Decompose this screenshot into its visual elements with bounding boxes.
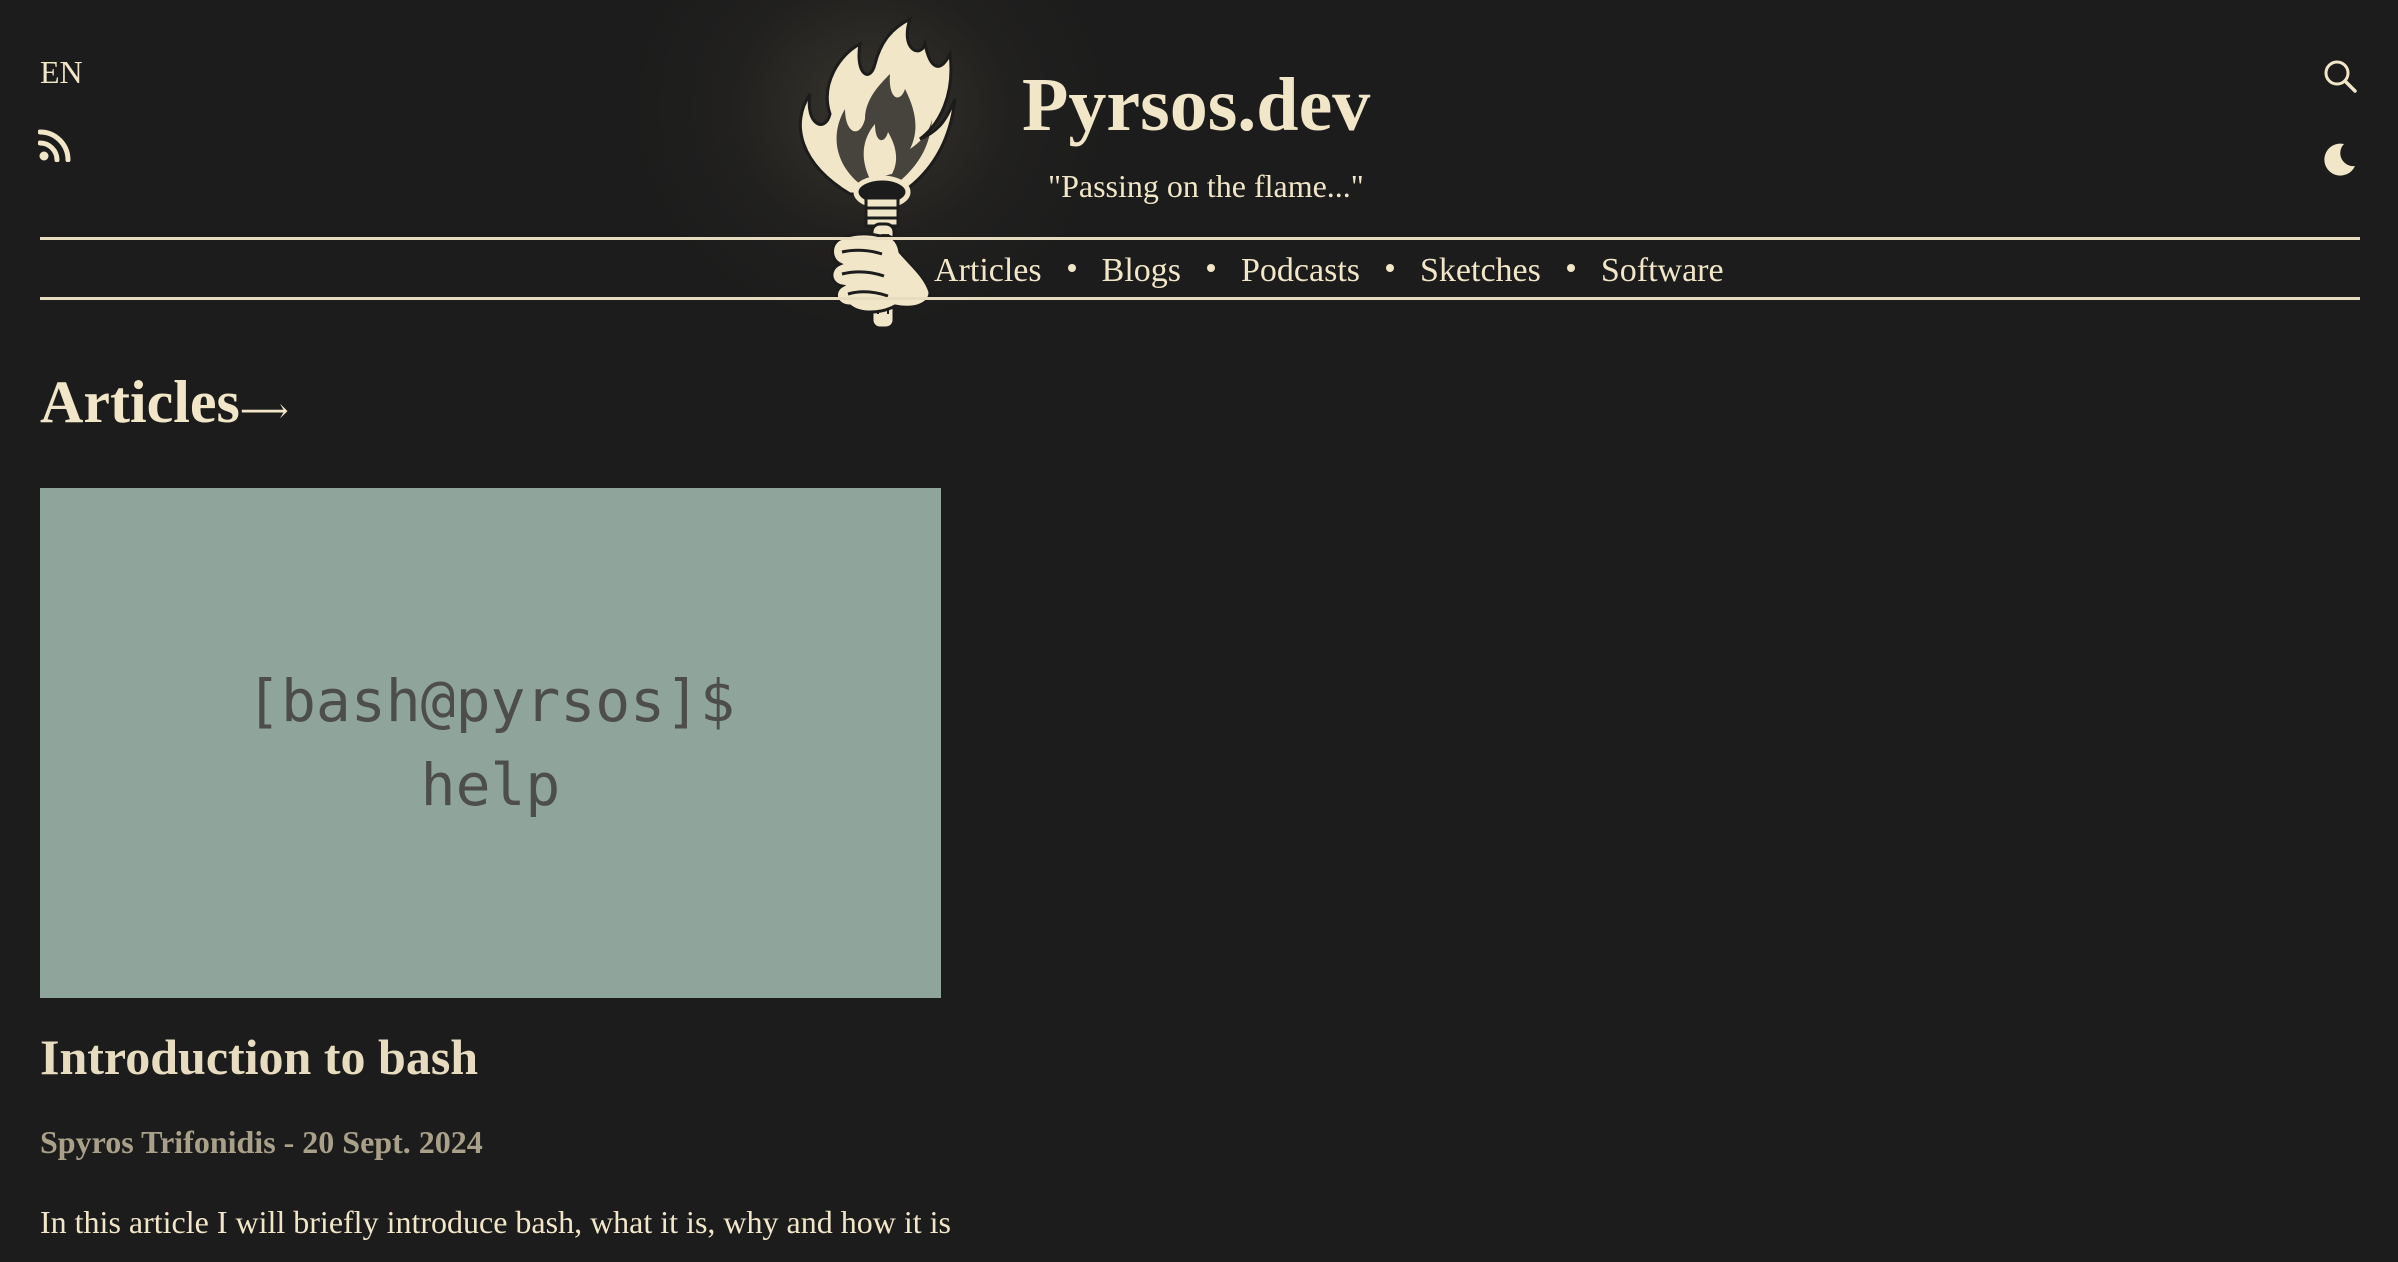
search-icon[interactable] [2322,58,2358,94]
site-tagline: "Passing on the flame..." [1048,168,1364,204]
nav-separator-dot [1566,264,1575,272]
main-nav: Articles Blogs Podcasts Sketches Softwar… [934,248,1724,294]
thumbnail-text: [bash@pyrsos]$ help [211,659,771,827]
articles-section-link[interactable]: Articles⟶ [40,368,289,437]
nav-item-podcasts[interactable]: Podcasts [1241,252,1360,290]
nav-top-divider [40,237,2360,240]
article-excerpt: In this article I will briefly introduce… [40,1204,951,1240]
arrow-right-icon: ⟶ [239,393,289,430]
nav-bottom-divider [40,297,2360,300]
moon-icon[interactable] [2318,140,2358,180]
article-thumbnail[interactable]: [bash@pyrsos]$ help [40,488,941,998]
thumbnail-text-line2: help [420,751,561,819]
nav-separator-dot [1207,264,1215,272]
site-title[interactable]: Pyrsos.dev [1022,62,1370,149]
nav-item-articles[interactable]: Articles [934,252,1042,290]
section-title: Articles [40,369,240,435]
article-meta: Spyros Trifonidis - 20 Sept. 2024 [40,1124,483,1160]
nav-separator-dot [1386,264,1394,272]
nav-item-software[interactable]: Software [1601,252,1724,290]
nav-item-blogs[interactable]: Blogs [1102,252,1181,290]
nav-item-sketches[interactable]: Sketches [1420,252,1541,290]
article-title[interactable]: Introduction to bash [40,1028,478,1086]
rss-icon[interactable] [38,128,72,162]
language-switcher[interactable]: EN [40,54,83,91]
nav-separator-dot [1067,264,1076,272]
thumbnail-text-line1: [bash@pyrsos]$ [246,667,735,735]
